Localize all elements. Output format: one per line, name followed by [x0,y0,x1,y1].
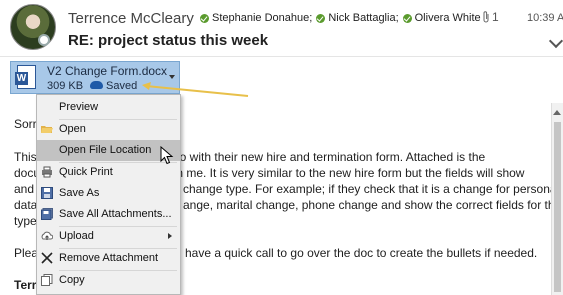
menu-item-upload[interactable]: Upload [37,226,180,247]
menu-item-label: Remove Attachment [59,252,159,264]
word-doc-icon: W [15,65,36,89]
body-text: go with their new hire and termination f… [173,150,486,164]
body-text: Sorr [14,117,37,131]
recipient-nick[interactable]: Nick Battaglia; [316,12,399,24]
menu-item-save-as[interactable]: Save As [37,183,180,204]
presence-available-icon [200,13,209,23]
body-signature: Terr [14,278,37,292]
body-text: Plea [14,246,39,260]
recipient-stephanie[interactable]: Stephanie Donahue; [200,12,312,24]
recipient-olivera[interactable]: Olivera White [402,12,481,24]
menu-item-open[interactable]: Open [37,119,180,140]
submenu-arrow-icon [168,233,172,239]
save-all-icon [41,208,53,220]
folder-open-icon [41,126,53,133]
sender-name[interactable]: Terrence McCleary [68,10,194,27]
body-text: change type. For example; if they check … [183,182,560,196]
remove-x-icon [41,252,53,264]
recipient-name: Nick Battaglia; [328,12,399,24]
recipient-list: Stephanie Donahue; Nick Battaglia; Olive… [200,12,481,24]
menu-item-label: Upload [59,230,94,242]
chevron-down-icon[interactable] [169,75,175,79]
body-text: ange, marital change, phone change and s… [183,198,563,212]
body-text: type [14,214,37,228]
body-text: th me. It is very similar to the new hir… [173,166,525,180]
menu-item-quick-print[interactable]: Quick Print [37,162,180,183]
copy-icon [41,274,53,286]
menu-item-label: Quick Print [59,166,113,178]
upload-icon [41,231,53,240]
scroll-up-arrow-icon[interactable] [553,110,561,115]
menu-item-copy[interactable]: Copy [37,270,180,291]
recipient-name: Olivera White [414,12,481,24]
message-subject: RE: project status this week [68,32,269,49]
menu-item-save-all-attachments[interactable]: Save All Attachments... [37,204,180,225]
menu-item-label: Copy [59,274,85,286]
menu-item-label: Open File Location [59,144,152,156]
attachment-context-menu: Preview Open Open File Location Quick Pr… [36,94,181,295]
menu-item-open-file-location[interactable]: Open File Location [37,140,180,161]
save-icon [41,187,53,199]
menu-item-preview[interactable]: Preview [37,97,180,118]
attachment-status: Saved [106,80,138,92]
menu-item-label: Preview [59,101,99,113]
menu-item-remove-attachment[interactable]: Remove Attachment [37,248,180,269]
header-divider [0,56,563,57]
mouse-cursor-icon [160,146,174,165]
chevron-down-icon[interactable] [548,33,563,49]
cloud-icon [90,81,103,89]
recipient-name: Stephanie Donahue; [212,12,313,24]
presence-status-icon [38,34,50,46]
attachment-count[interactable]: 1 [482,10,499,24]
body-text: This [14,150,37,164]
attachment-size: 309 KB [47,80,84,92]
paperclip-icon [483,11,489,23]
menu-item-label: Save As [59,187,100,199]
body-text: have a quick call to go over the doc to … [185,246,538,260]
body-text: data [14,198,38,212]
printer-icon [42,166,52,178]
presence-available-icon [316,13,326,23]
menu-item-label: Save All Attachments... [59,208,172,220]
attachment-count-value: 1 [492,10,499,24]
attachment-name: V2 Change Form.docx [47,64,168,78]
menu-item-label: Open [59,123,86,135]
presence-available-icon [402,13,412,23]
body-text: and [14,182,35,196]
received-time: 10:39 AM [527,12,563,24]
scrollbar-thumb[interactable] [554,122,561,292]
